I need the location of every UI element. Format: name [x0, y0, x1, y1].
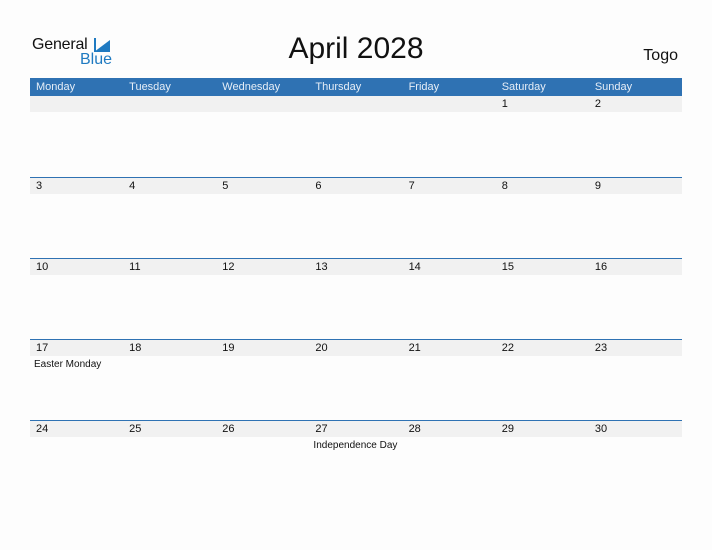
- weekday-saturday: Saturday: [501, 81, 546, 93]
- week-date-band: 12: [30, 96, 682, 112]
- weekday-header: Monday Tuesday Wednesday Thursday Friday…: [30, 78, 682, 96]
- day-cell[interactable]: 24: [30, 421, 123, 437]
- day-cell[interactable]: 13: [309, 259, 402, 275]
- day-cell[interactable]: 14: [403, 259, 496, 275]
- day-number: 26: [222, 423, 235, 435]
- day-cell[interactable]: 27 Independence Day: [309, 421, 402, 451]
- week-date-band: 24 25 26 27 Independence Day 28 29 30: [30, 420, 682, 451]
- day-number: 14: [408, 261, 421, 273]
- weekday-thursday: Thursday: [315, 81, 362, 93]
- day-number: 15: [501, 261, 514, 273]
- day-number: 7: [408, 180, 415, 192]
- day-number: 27: [315, 423, 328, 435]
- calendar-grid: Monday Tuesday Wednesday Thursday Friday…: [30, 78, 682, 501]
- week-date-band: 10 11 12 13 14 15 16: [30, 258, 682, 275]
- week-row: 3 4 5 6 7 8 9: [30, 177, 682, 258]
- day-number: 18: [129, 342, 142, 354]
- day-cell[interactable]: 5: [216, 178, 309, 194]
- weekday-tuesday: Tuesday: [129, 81, 171, 93]
- day-cell[interactable]: 12: [216, 259, 309, 275]
- day-cell[interactable]: 23: [589, 340, 682, 356]
- day-number: 30: [594, 423, 608, 435]
- week-date-band: 3 4 5 6 7 8 9: [30, 177, 682, 194]
- day-number: 20: [315, 342, 328, 354]
- day-number: 4: [129, 180, 136, 192]
- day-cell[interactable]: [216, 96, 309, 112]
- day-cell[interactable]: 11: [123, 259, 216, 275]
- day-number: 29: [501, 423, 514, 435]
- day-cell[interactable]: 21: [403, 340, 496, 356]
- day-cell[interactable]: 29: [496, 421, 589, 437]
- weekday-sunday: Sunday: [594, 81, 633, 93]
- day-cell[interactable]: 17 Easter Monday: [30, 340, 123, 370]
- weekday-friday: Friday: [408, 81, 440, 93]
- day-cell[interactable]: 15: [496, 259, 589, 275]
- day-cell[interactable]: [403, 96, 496, 112]
- day-cell[interactable]: 2: [589, 96, 682, 112]
- day-number: 11: [129, 261, 141, 273]
- week-row: 24 25 26 27 Independence Day 28 29 30: [30, 420, 682, 501]
- day-cell[interactable]: 3: [30, 178, 123, 194]
- day-cell[interactable]: 18: [123, 340, 216, 356]
- day-cell[interactable]: 20: [309, 340, 402, 356]
- day-cell[interactable]: 19: [216, 340, 309, 356]
- day-cell[interactable]: 4: [123, 178, 216, 194]
- day-number: 16: [594, 261, 608, 273]
- day-number: 23: [594, 342, 608, 354]
- day-cell[interactable]: [30, 96, 123, 112]
- day-number: 3: [36, 180, 43, 192]
- day-number: 19: [222, 342, 235, 354]
- page-title: April 2028: [288, 32, 424, 65]
- day-number: 25: [129, 423, 142, 435]
- day-number: 28: [408, 423, 421, 435]
- day-number: 8: [501, 180, 508, 192]
- day-number: 22: [501, 342, 514, 354]
- day-number: 6: [315, 180, 322, 192]
- day-cell[interactable]: 22: [496, 340, 589, 356]
- day-cell[interactable]: [123, 96, 216, 112]
- day-number: 13: [315, 261, 328, 273]
- day-cell[interactable]: 7: [403, 178, 496, 194]
- day-cell[interactable]: 16: [589, 259, 682, 275]
- weekday-monday: Monday: [36, 81, 76, 93]
- day-cell[interactable]: 26: [216, 421, 309, 437]
- day-cell[interactable]: 28: [403, 421, 496, 437]
- day-cell[interactable]: [309, 96, 402, 112]
- week-row: 12: [30, 96, 682, 177]
- day-cell[interactable]: 30: [589, 421, 682, 437]
- day-cell[interactable]: 6: [309, 178, 402, 194]
- country-label: Togo: [643, 47, 678, 64]
- day-number: 10: [36, 261, 49, 273]
- day-number: 12: [222, 261, 235, 273]
- week-row: 10 11 12 13 14 15 16: [30, 258, 682, 339]
- day-number: 2: [594, 98, 601, 110]
- week-row: 17 Easter Monday 18 19 20 21 22 23: [30, 339, 682, 420]
- day-number: 17: [36, 342, 49, 354]
- day-cell[interactable]: 8: [496, 178, 589, 194]
- day-number: 21: [408, 342, 421, 354]
- holiday-label: Independence Day: [313, 440, 398, 451]
- day-number: 1: [501, 98, 508, 110]
- day-number: 5: [222, 180, 229, 192]
- day-cell[interactable]: 10: [30, 259, 123, 275]
- weekday-wednesday: Wednesday: [222, 81, 281, 93]
- week-date-band: 17 Easter Monday 18 19 20 21 22 23: [30, 339, 682, 370]
- day-cell[interactable]: 9: [589, 178, 682, 194]
- day-number: 24: [36, 423, 49, 435]
- day-number: 9: [594, 180, 601, 192]
- day-cell[interactable]: 1: [496, 96, 589, 112]
- holiday-label: Easter Monday: [34, 359, 102, 370]
- day-cell[interactable]: 25: [123, 421, 216, 437]
